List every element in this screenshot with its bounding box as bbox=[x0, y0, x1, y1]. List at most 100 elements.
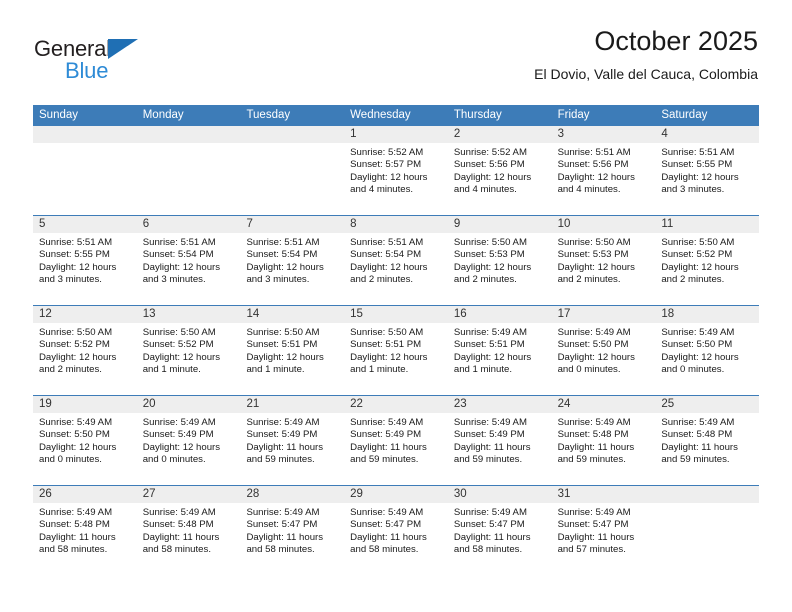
day-cell[interactable]: 24 Sunrise: 5:49 AM Sunset: 5:48 PM Dayligh… bbox=[551, 396, 656, 485]
sunrise-text: Sunrise: 5:52 AM bbox=[350, 147, 424, 158]
day-cell[interactable]: 7 Sunrise: 5:51 AM Sunset: 5:54 PM Daylight… bbox=[240, 216, 345, 305]
daylight-text: Daylight: 12 hours and 4 minutes. bbox=[453, 171, 532, 196]
daylight-text: Daylight: 12 hours and 1 minute. bbox=[350, 351, 428, 376]
daylight-text: Daylight: 12 hours and 3 minutes. bbox=[39, 261, 117, 286]
day-cell[interactable]: 5 Sunrise: 5:51 AM Sunset: 5:55 PM Daylight… bbox=[33, 216, 137, 305]
day-cell-empty bbox=[655, 486, 760, 575]
day-cell[interactable]: 27 Sunrise: 5:49 AM Sunset: 5:48 PM Dayligh… bbox=[136, 486, 241, 575]
day-number bbox=[33, 126, 137, 143]
day-cell[interactable]: 2 Sunrise: 5:52 AM Sunset: 5:56 PM Daylight… bbox=[447, 126, 552, 215]
sunrise-text: Sunrise: 5:49 AM bbox=[142, 417, 216, 428]
day-cell[interactable]: 18 Sunrise: 5:49 AM Sunset: 5:50 PM Dayligh… bbox=[655, 306, 760, 395]
sunrise-text: Sunrise: 5:51 AM bbox=[142, 237, 216, 248]
day-number: 28 bbox=[240, 486, 345, 503]
daylight-text: Daylight: 11 hours and 59 minutes. bbox=[453, 441, 531, 466]
sunrise-text: Sunrise: 5:49 AM bbox=[453, 327, 527, 338]
day-cell[interactable]: 15 Sunrise: 5:50 AM Sunset: 5:51 PM Dayligh… bbox=[344, 306, 448, 395]
daylight-text: Daylight: 12 hours and 0 minutes. bbox=[661, 351, 739, 376]
title-block: October 2025 El Dovio, Valle del Cauca, … bbox=[534, 24, 758, 84]
sunset-text: Sunset: 5:51 PM bbox=[350, 339, 422, 351]
day-cell[interactable]: 3 Sunrise: 5:51 AM Sunset: 5:56 PM Daylight… bbox=[551, 126, 656, 215]
daylight-text: Daylight: 11 hours and 58 minutes. bbox=[453, 531, 531, 556]
sunset-text: Sunset: 5:55 PM bbox=[661, 159, 733, 171]
page-subtitle: El Dovio, Valle del Cauca, Colombia bbox=[534, 66, 758, 82]
sunrise-text: Sunrise: 5:49 AM bbox=[350, 417, 424, 428]
day-details: Sunrise: 5:51 AM Sunset: 5:55 PM Daylight:… bbox=[655, 143, 759, 197]
sunrise-text: Sunrise: 5:51 AM bbox=[39, 237, 113, 248]
daylight-text: Daylight: 12 hours and 2 minutes. bbox=[557, 261, 635, 286]
day-cell[interactable]: 8 Sunrise: 5:51 AM Sunset: 5:54 PM Daylight… bbox=[344, 216, 448, 305]
day-cell-empty bbox=[136, 126, 241, 215]
day-details: Sunrise: 5:49 AM Sunset: 5:50 PM Daylight:… bbox=[655, 323, 759, 377]
weekday-header-thursday: Thursday bbox=[453, 109, 502, 121]
generalblue-logo[interactable]: General Blue bbox=[34, 36, 164, 88]
sunrise-text: Sunrise: 5:49 AM bbox=[557, 507, 631, 518]
sunset-text: Sunset: 5:47 PM bbox=[350, 519, 422, 531]
day-cell[interactable]: 31 Sunrise: 5:49 AM Sunset: 5:47 PM Dayligh… bbox=[551, 486, 656, 575]
day-cell[interactable]: 16 Sunrise: 5:49 AM Sunset: 5:51 PM Dayligh… bbox=[447, 306, 552, 395]
sunrise-text: Sunrise: 5:50 AM bbox=[453, 237, 527, 248]
day-cell[interactable]: 4 Sunrise: 5:51 AM Sunset: 5:55 PM Daylight… bbox=[655, 126, 760, 215]
day-details: Sunrise: 5:50 AM Sunset: 5:52 PM Daylight:… bbox=[137, 323, 241, 377]
daylight-text: Daylight: 12 hours and 2 minutes. bbox=[39, 351, 117, 376]
day-cell[interactable]: 26 Sunrise: 5:49 AM Sunset: 5:48 PM Dayligh… bbox=[33, 486, 137, 575]
calendar-week-row: 5 Sunrise: 5:51 AM Sunset: 5:55 PM Daylight… bbox=[33, 215, 760, 305]
sunrise-text: Sunrise: 5:51 AM bbox=[246, 237, 320, 248]
day-number: 27 bbox=[136, 486, 241, 503]
day-cell[interactable]: 25 Sunrise: 5:49 AM Sunset: 5:48 PM Dayligh… bbox=[655, 396, 760, 485]
day-cell[interactable]: 29 Sunrise: 5:49 AM Sunset: 5:47 PM Dayligh… bbox=[344, 486, 448, 575]
sunset-text: Sunset: 5:50 PM bbox=[661, 339, 733, 351]
calendar-week-row: 26 Sunrise: 5:49 AM Sunset: 5:48 PM Dayligh… bbox=[33, 485, 760, 575]
day-cell[interactable]: 20 Sunrise: 5:49 AM Sunset: 5:49 PM Dayligh… bbox=[136, 396, 241, 485]
day-number: 14 bbox=[240, 306, 345, 323]
sunrise-text: Sunrise: 5:49 AM bbox=[453, 417, 527, 428]
daylight-text: Daylight: 11 hours and 59 minutes. bbox=[557, 441, 635, 466]
day-cell[interactable]: 13 Sunrise: 5:50 AM Sunset: 5:52 PM Dayligh… bbox=[136, 306, 241, 395]
day-number: 8 bbox=[344, 216, 448, 233]
day-cell[interactable]: 19 Sunrise: 5:49 AM Sunset: 5:50 PM Dayligh… bbox=[33, 396, 137, 485]
day-cell[interactable]: 17 Sunrise: 5:49 AM Sunset: 5:50 PM Dayligh… bbox=[551, 306, 656, 395]
sunset-text: Sunset: 5:52 PM bbox=[661, 249, 733, 261]
day-cell[interactable]: 9 Sunrise: 5:50 AM Sunset: 5:53 PM Daylight… bbox=[447, 216, 552, 305]
day-cell[interactable]: 28 Sunrise: 5:49 AM Sunset: 5:47 PM Dayligh… bbox=[240, 486, 345, 575]
day-details: Sunrise: 5:50 AM Sunset: 5:52 PM Daylight:… bbox=[33, 323, 137, 377]
day-number: 9 bbox=[447, 216, 552, 233]
day-number bbox=[655, 486, 760, 503]
weekday-header-row: Sunday Monday Tuesday Wednesday Thursday Frid… bbox=[33, 105, 759, 126]
weekday-header-tuesday: Tuesday bbox=[246, 109, 291, 121]
day-number: 3 bbox=[551, 126, 656, 143]
day-cell[interactable]: 11 Sunrise: 5:50 AM Sunset: 5:52 PM Dayligh… bbox=[655, 216, 760, 305]
day-cell[interactable]: 1 Sunrise: 5:52 AM Sunset: 5:57 PM Daylight… bbox=[344, 126, 448, 215]
daylight-text: Daylight: 12 hours and 3 minutes. bbox=[142, 261, 221, 286]
day-cell[interactable]: 22 Sunrise: 5:49 AM Sunset: 5:49 PM Dayligh… bbox=[344, 396, 448, 485]
page-title: October 2025 bbox=[594, 26, 758, 56]
day-cell[interactable]: 14 Sunrise: 5:50 AM Sunset: 5:51 PM Dayligh… bbox=[240, 306, 345, 395]
day-details: Sunrise: 5:51 AM Sunset: 5:54 PM Daylight:… bbox=[240, 233, 344, 287]
sunrise-text: Sunrise: 5:49 AM bbox=[661, 327, 735, 338]
sunset-text: Sunset: 5:49 PM bbox=[453, 429, 525, 441]
day-number: 12 bbox=[33, 306, 137, 323]
day-cell[interactable]: 23 Sunrise: 5:49 AM Sunset: 5:49 PM Dayligh… bbox=[447, 396, 552, 485]
day-cell[interactable]: 21 Sunrise: 5:49 AM Sunset: 5:49 PM Dayligh… bbox=[240, 396, 345, 485]
calendar-week-row: 1 Sunrise: 5:52 AM Sunset: 5:57 PM Daylight… bbox=[33, 126, 760, 215]
day-details: Sunrise: 5:49 AM Sunset: 5:48 PM Daylight:… bbox=[33, 503, 137, 557]
day-number: 19 bbox=[33, 396, 137, 413]
sunset-text: Sunset: 5:48 PM bbox=[39, 519, 110, 531]
day-number: 13 bbox=[136, 306, 241, 323]
logo-text-blue: Blue bbox=[65, 58, 109, 83]
day-number: 31 bbox=[551, 486, 656, 503]
day-cell[interactable]: 10 Sunrise: 5:50 AM Sunset: 5:53 PM Dayligh… bbox=[551, 216, 656, 305]
sunrise-text: Sunrise: 5:49 AM bbox=[142, 507, 216, 518]
calendar-grid: Sunday Monday Tuesday Wednesday Thursday Frid… bbox=[33, 105, 760, 575]
daylight-text: Daylight: 11 hours and 59 minutes. bbox=[246, 441, 324, 466]
day-number: 26 bbox=[33, 486, 137, 503]
day-number: 25 bbox=[655, 396, 760, 413]
day-cell[interactable]: 6 Sunrise: 5:51 AM Sunset: 5:54 PM Daylight… bbox=[136, 216, 241, 305]
day-number: 30 bbox=[447, 486, 552, 503]
day-cell[interactable]: 30 Sunrise: 5:49 AM Sunset: 5:47 PM Dayligh… bbox=[447, 486, 552, 575]
day-details: Sunrise: 5:51 AM Sunset: 5:54 PM Daylight:… bbox=[137, 233, 241, 287]
day-cell[interactable]: 12 Sunrise: 5:50 AM Sunset: 5:52 PM Dayligh… bbox=[33, 306, 137, 395]
sunrise-text: Sunrise: 5:49 AM bbox=[661, 417, 735, 428]
daylight-text: Daylight: 12 hours and 2 minutes. bbox=[453, 261, 532, 286]
day-details: Sunrise: 5:49 AM Sunset: 5:50 PM Daylight:… bbox=[552, 323, 656, 377]
